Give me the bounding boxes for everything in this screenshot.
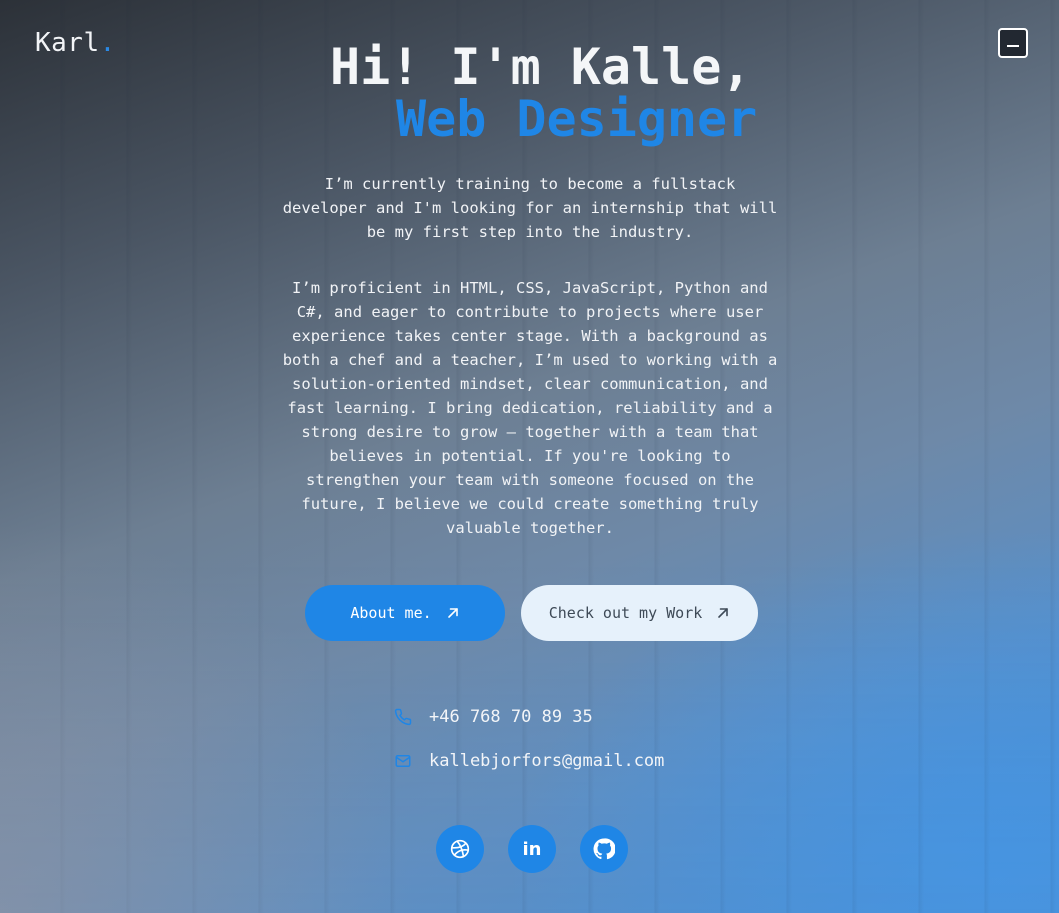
contact-phone[interactable]: +46 768 70 89 35 [394, 707, 593, 727]
phone-number: +46 768 70 89 35 [429, 707, 593, 727]
social-links: in [436, 825, 628, 873]
github-icon [593, 838, 615, 860]
about-me-button[interactable]: About me. [305, 585, 505, 641]
intro-paragraph: I’m currently training to become a fulls… [282, 175, 778, 241]
menu-icon [1007, 45, 1019, 47]
about-me-label: About me. [350, 604, 432, 622]
linkedin-link[interactable]: in [508, 825, 556, 873]
menu-button[interactable] [998, 28, 1028, 58]
hero-title-greeting: Hi! I'm Kalle, [330, 38, 752, 96]
check-out-work-button[interactable]: Check out my Work [521, 585, 758, 641]
logo-dot: . [99, 28, 116, 58]
check-out-work-label: Check out my Work [548, 604, 703, 622]
dribbble-icon [450, 839, 470, 859]
email-address: kallebjorfors@gmail.com [429, 751, 665, 771]
dribbble-link[interactable] [436, 825, 484, 873]
linkedin-icon: in [522, 838, 542, 860]
background-haze [0, 520, 420, 913]
skills-paragraph: I’m proficient in HTML, CSS, JavaScript,… [282, 279, 778, 537]
contact-email[interactable]: kallebjorfors@gmail.com [394, 751, 664, 771]
arrow-up-right-icon [718, 608, 729, 618]
phone-icon [394, 708, 412, 726]
logo-text: Karl [35, 28, 100, 58]
site-logo[interactable]: Karl. [35, 28, 116, 58]
arrow-up-right-icon [447, 608, 458, 618]
mail-icon [395, 755, 411, 767]
github-link[interactable] [580, 825, 628, 873]
hero-title-role: Web Designer [396, 90, 758, 148]
